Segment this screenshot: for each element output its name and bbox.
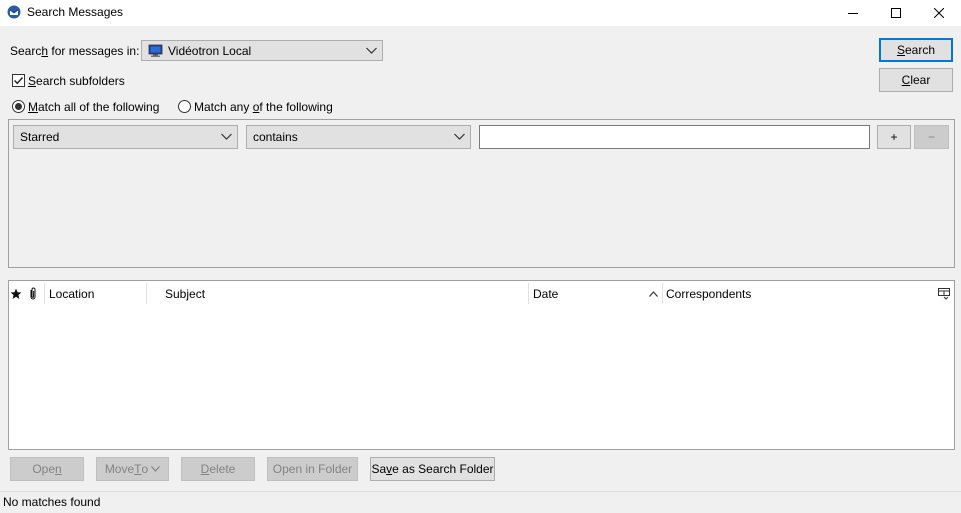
star-icon [10, 288, 22, 299]
checkmark-icon [14, 77, 24, 85]
maximize-icon [891, 8, 901, 18]
search-location-select[interactable]: Vidéotron Local [141, 40, 383, 61]
maximize-button[interactable] [873, 0, 919, 26]
thunderbird-app-icon [7, 5, 21, 19]
rule-value-input[interactable] [479, 125, 870, 149]
search-subfolders-label[interactable]: Search subfolders [28, 74, 125, 88]
starred-column-header[interactable] [10, 281, 24, 306]
minimize-button[interactable] [830, 0, 876, 26]
results-table [8, 280, 955, 450]
column-separator [44, 283, 45, 304]
attachment-column-header[interactable] [28, 281, 42, 306]
match-any-label[interactable]: Match any of the following [194, 100, 333, 114]
match-all-label[interactable]: Match all of the following [28, 100, 159, 114]
add-rule-button[interactable]: + [877, 125, 911, 149]
rule-field-select[interactable]: Starred [13, 125, 238, 149]
paperclip-icon [30, 287, 36, 300]
close-icon [934, 8, 944, 18]
clear-button[interactable]: Clear [879, 68, 953, 92]
correspondents-column-header[interactable]: Correspondents [666, 281, 751, 306]
column-picker-icon[interactable] [938, 281, 950, 306]
location-column-header[interactable]: Location [49, 281, 94, 306]
chevron-down-icon [221, 133, 232, 140]
match-all-radio[interactable] [12, 100, 25, 113]
column-separator [528, 283, 529, 304]
open-in-folder-button[interactable]: Open in Folder [267, 457, 358, 481]
close-button[interactable] [916, 0, 961, 26]
date-column-header[interactable]: Date [533, 281, 558, 306]
rule-operator-select[interactable]: contains [246, 125, 471, 149]
chevron-down-icon [454, 133, 465, 140]
subject-column-header[interactable]: Subject [165, 281, 205, 306]
column-separator [662, 283, 663, 304]
save-as-search-folder-button[interactable]: Sa v e as Search Folder [370, 457, 495, 481]
radio-selected-dot [15, 103, 22, 110]
chevron-down-icon [366, 47, 377, 54]
window-title: Search Messages [27, 5, 124, 19]
search-location-value: Vidéotron Local [168, 43, 252, 58]
delete-button[interactable]: Delete [181, 457, 255, 481]
title-bar [0, 0, 961, 26]
chevron-down-icon [151, 466, 161, 472]
search-subfolders-checkbox[interactable] [12, 74, 25, 87]
match-any-radio[interactable] [178, 100, 191, 113]
status-bar [0, 491, 961, 513]
column-separator [146, 283, 147, 304]
minimize-icon [848, 13, 858, 14]
search-location-label: Search for messages in: [10, 44, 140, 58]
status-text: No matches found [3, 495, 101, 509]
move-to-button[interactable]: Move To [96, 457, 169, 481]
search-button[interactable]: Search [879, 38, 953, 62]
open-button[interactable]: Ope n [10, 457, 84, 481]
remove-rule-button[interactable]: − [914, 125, 949, 149]
local-folders-icon [148, 44, 164, 58]
sort-ascending-icon [649, 281, 658, 306]
